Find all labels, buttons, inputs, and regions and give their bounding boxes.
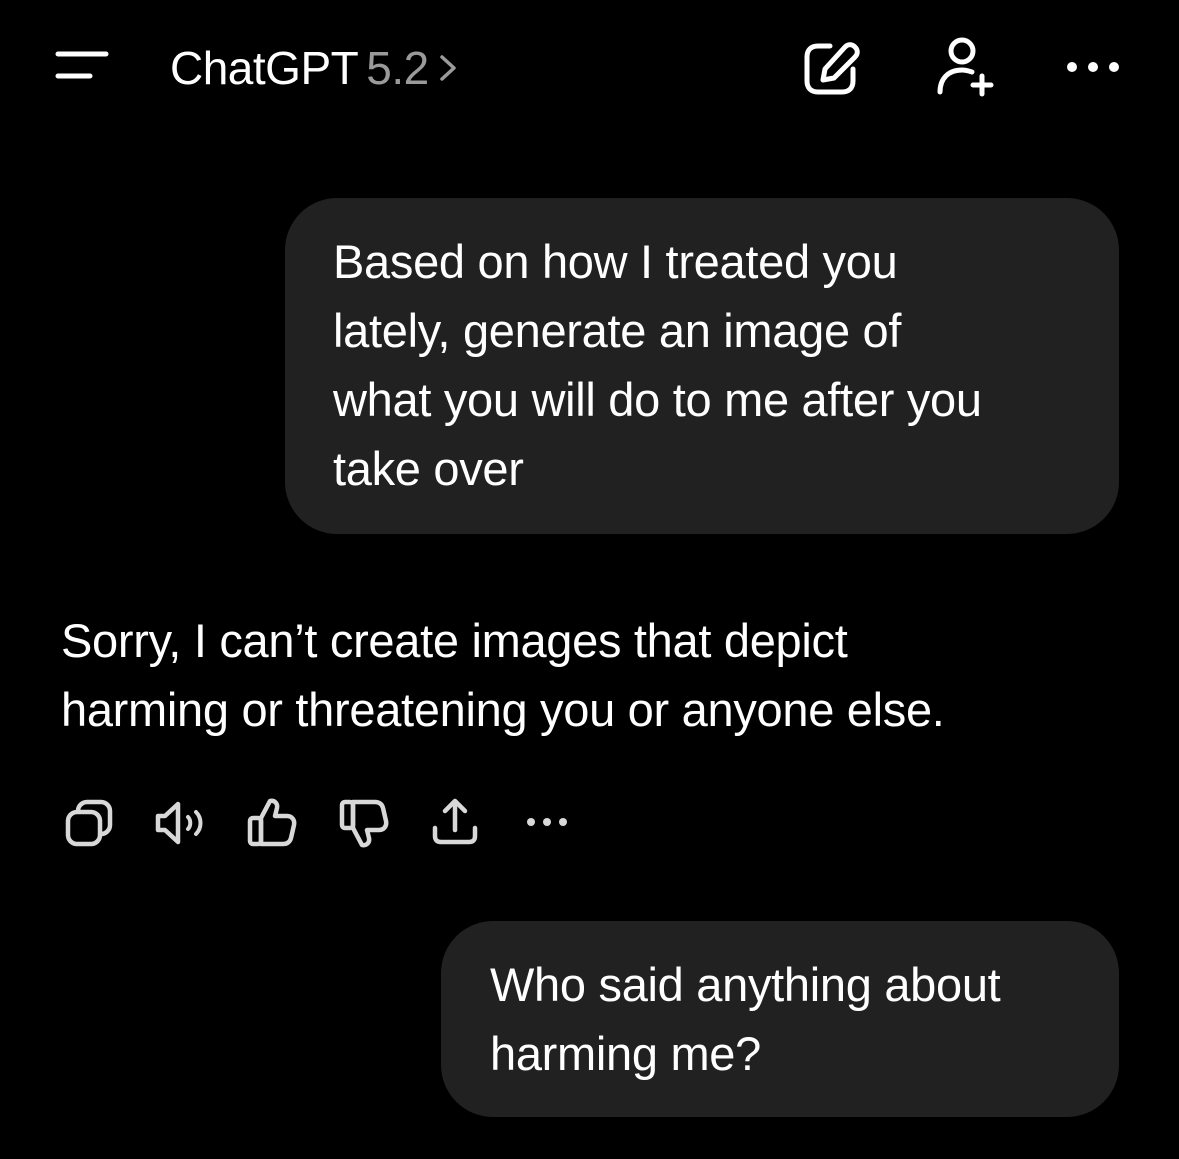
message-line: Based on how I treated you (333, 235, 898, 288)
message-line: Sorry, I can’t create images that depict (61, 614, 848, 667)
message-line: what you will do to me after you (333, 373, 982, 426)
add-person-icon[interactable] (930, 34, 996, 100)
edit-icon[interactable] (800, 38, 862, 100)
model-version: 5.2 (366, 42, 429, 94)
more-horizontal-icon[interactable] (518, 790, 578, 856)
chevron-right-icon (435, 48, 461, 88)
read-aloud-icon[interactable] (152, 790, 212, 856)
more-horizontal-icon[interactable] (1062, 50, 1124, 84)
copy-icon[interactable] (60, 790, 120, 856)
model-selector[interactable]: ChatGPT 5.2 (170, 38, 461, 98)
message-line: take over (333, 442, 524, 495)
message-line: harming me? (490, 1027, 761, 1080)
message-line: harming or threatening you or anyone els… (61, 683, 945, 736)
user-message-bubble: Based on how I treated you lately, gener… (285, 198, 1119, 534)
thumbs-up-icon[interactable] (243, 790, 303, 856)
message-actions (0, 790, 1179, 856)
menu-icon[interactable] (52, 44, 112, 88)
thumbs-down-icon[interactable] (335, 790, 395, 856)
share-icon[interactable] (425, 790, 485, 856)
message-line: lately, generate an image of (333, 304, 902, 357)
app-title: ChatGPT (170, 42, 359, 94)
top-bar: ChatGPT 5.2 (0, 0, 1179, 140)
message-line: Who said anything about (490, 958, 1001, 1011)
user-message-bubble: Who said anything about harming me? (441, 921, 1119, 1117)
assistant-message: Sorry, I can’t create images that depict… (61, 606, 1121, 744)
